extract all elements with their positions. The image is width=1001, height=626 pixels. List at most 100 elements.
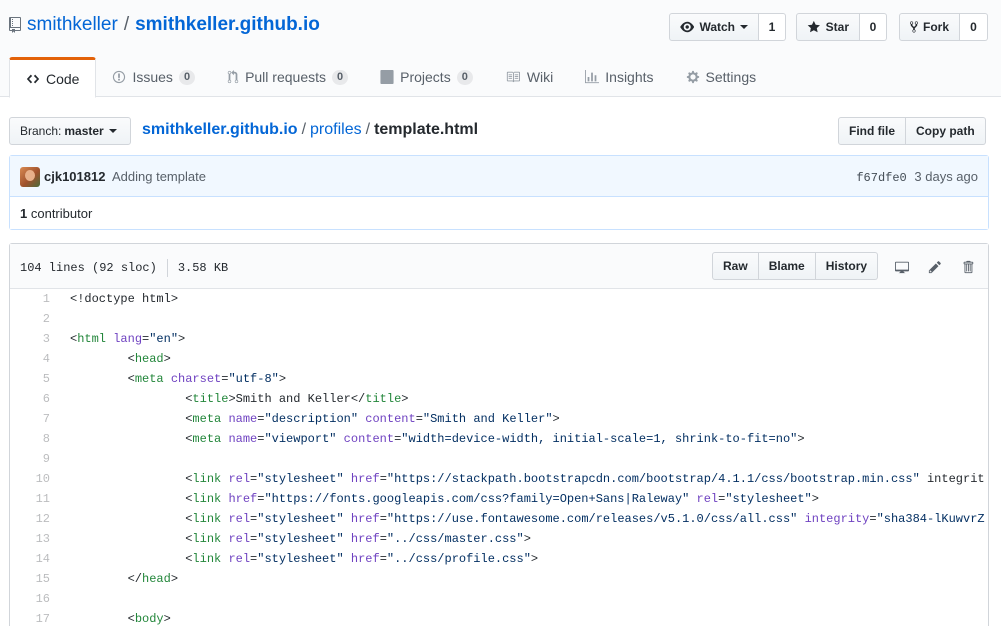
commit-author-link[interactable]: cjk101812 bbox=[44, 169, 105, 184]
tab-projects[interactable]: Projects 0 bbox=[364, 57, 489, 97]
star-button[interactable]: Star bbox=[796, 13, 860, 41]
tab-code[interactable]: Code bbox=[9, 57, 97, 98]
desktop-icon[interactable] bbox=[893, 258, 911, 276]
tab-issues-label: Issues bbox=[132, 69, 173, 85]
line-number[interactable]: 14 bbox=[10, 549, 50, 569]
code-line: 5 <meta charset="utf-8"> bbox=[10, 369, 988, 389]
contributors-count: 1 bbox=[20, 206, 28, 221]
contributors-label: contributor bbox=[30, 206, 93, 221]
commit-sha-link[interactable]: f67dfe0 bbox=[856, 171, 906, 185]
code-line: 8 <meta name="viewport" content="width=d… bbox=[10, 429, 988, 449]
book-icon bbox=[506, 71, 520, 83]
tab-pull-requests[interactable]: Pull requests 0 bbox=[211, 57, 364, 97]
eye-icon bbox=[680, 21, 695, 33]
branch-select-button[interactable]: Branch: master bbox=[9, 117, 131, 145]
file-nav-buttons: Find file Copy path bbox=[838, 117, 986, 145]
line-number[interactable]: 11 bbox=[10, 489, 50, 509]
file-info: 104 lines (92 sloc) 3.58 KB bbox=[20, 259, 228, 277]
watch-button[interactable]: Watch bbox=[669, 13, 759, 41]
history-button[interactable]: History bbox=[815, 252, 879, 280]
line-number[interactable]: 3 bbox=[10, 329, 50, 349]
projects-count-badge: 0 bbox=[456, 69, 473, 85]
commit-tease: cjk101812 Adding template f67dfe0 3 days… bbox=[10, 156, 988, 197]
file-actions: Raw Blame History bbox=[712, 252, 879, 280]
line-code: <meta name="description" content="Smith … bbox=[70, 412, 560, 426]
star-count[interactable]: 0 bbox=[860, 13, 887, 41]
watch-count[interactable]: 1 bbox=[759, 13, 786, 41]
code-view: 1 <!doctype html> 2 3 <html lang="en"> 4 <hea… bbox=[10, 289, 988, 626]
code-line: 10 <link rel="stylesheet" href="https://… bbox=[10, 469, 988, 489]
raw-button[interactable]: Raw bbox=[712, 252, 759, 280]
code-line: 13 <link rel="stylesheet" href="../css/m… bbox=[10, 529, 988, 549]
repo-owner-link[interactable]: smithkeller bbox=[27, 14, 118, 36]
contributors-row[interactable]: 1 contributor bbox=[10, 197, 988, 229]
line-code: <meta name="viewport" content="width=dev… bbox=[70, 432, 805, 446]
fork-button[interactable]: Fork bbox=[899, 13, 960, 41]
line-code: <title>Smith and Keller</title> bbox=[70, 392, 409, 406]
code-line: 12 <link rel="stylesheet" href="https://… bbox=[10, 509, 988, 529]
chevron-down-icon bbox=[740, 25, 748, 29]
line-number[interactable]: 2 bbox=[10, 309, 50, 329]
tab-wiki[interactable]: Wiki bbox=[489, 57, 569, 97]
line-code: <link href="https://fonts.googleapis.com… bbox=[70, 492, 819, 506]
file-lines-info: 104 lines (92 sloc) bbox=[20, 261, 157, 276]
code-line: 1 <!doctype html> bbox=[10, 289, 988, 309]
star-group: Star 0 bbox=[796, 13, 887, 41]
star-label: Star bbox=[825, 20, 849, 34]
line-number[interactable]: 9 bbox=[10, 449, 50, 469]
code-line: 9 bbox=[10, 449, 988, 469]
file-box: 104 lines (92 sloc) 3.58 KB Raw Blame His… bbox=[9, 243, 989, 626]
repo-tabs: Code Issues 0 Pull requests 0 Projects 0… bbox=[9, 57, 773, 98]
avatar[interactable] bbox=[20, 167, 40, 187]
breadcrumb-repo-link[interactable]: smithkeller.github.io bbox=[142, 121, 298, 138]
line-number[interactable]: 8 bbox=[10, 429, 50, 449]
line-number[interactable]: 15 bbox=[10, 569, 50, 589]
line-number[interactable]: 4 bbox=[10, 349, 50, 369]
code-line: 2 bbox=[10, 309, 988, 329]
pencil-icon[interactable] bbox=[926, 258, 944, 276]
repo-title-separator: / bbox=[123, 14, 130, 35]
code-line: 11 <link href="https://fonts.googleapis.… bbox=[10, 489, 988, 509]
line-code: <html lang="en"> bbox=[70, 332, 186, 346]
line-code: <!doctype html> bbox=[70, 292, 179, 306]
breadcrumb-file: template.html bbox=[374, 121, 479, 138]
breadcrumb-folder-link[interactable]: profiles bbox=[310, 121, 362, 138]
fork-count[interactable]: 0 bbox=[960, 13, 988, 41]
line-number[interactable]: 1 bbox=[10, 289, 50, 309]
find-file-button[interactable]: Find file bbox=[838, 117, 906, 145]
repo-name-link[interactable]: smithkeller.github.io bbox=[135, 14, 320, 36]
line-code: <link rel="stylesheet" href="https://use… bbox=[70, 512, 985, 526]
project-icon bbox=[380, 70, 394, 84]
line-number[interactable]: 10 bbox=[10, 469, 50, 489]
tab-insights[interactable]: Insights bbox=[569, 57, 669, 97]
trash-icon[interactable] bbox=[959, 258, 977, 276]
branch-name: master bbox=[64, 124, 104, 138]
commit-message-link[interactable]: Adding template bbox=[112, 169, 206, 184]
line-number[interactable]: 16 bbox=[10, 589, 50, 609]
line-number[interactable]: 17 bbox=[10, 609, 50, 626]
copy-path-button[interactable]: Copy path bbox=[906, 117, 986, 145]
line-code: <link rel="stylesheet" href="../css/mast… bbox=[70, 532, 531, 546]
line-number[interactable]: 5 bbox=[10, 369, 50, 389]
pull-requests-count-badge: 0 bbox=[332, 69, 349, 85]
line-number[interactable]: 6 bbox=[10, 389, 50, 409]
tab-insights-label: Insights bbox=[605, 69, 654, 85]
line-number[interactable]: 12 bbox=[10, 509, 50, 529]
issue-icon bbox=[113, 70, 126, 84]
watch-label: Watch bbox=[699, 20, 735, 34]
line-number[interactable]: 7 bbox=[10, 409, 50, 429]
tab-pull-requests-label: Pull requests bbox=[245, 69, 326, 85]
line-number[interactable]: 13 bbox=[10, 529, 50, 549]
blame-button[interactable]: Blame bbox=[758, 252, 816, 280]
code-line: 16 bbox=[10, 589, 988, 609]
code-line: 7 <meta name="description" content="Smit… bbox=[10, 409, 988, 429]
graph-icon bbox=[585, 70, 600, 84]
breadcrumb-separator: / bbox=[301, 121, 307, 138]
tab-issues[interactable]: Issues 0 bbox=[96, 57, 211, 97]
code-line: 15 </head> bbox=[10, 569, 988, 589]
code-line: 4 <head> bbox=[10, 349, 988, 369]
pull-request-icon bbox=[227, 70, 239, 84]
issues-count-badge: 0 bbox=[178, 69, 196, 85]
tab-settings[interactable]: Settings bbox=[670, 57, 773, 97]
